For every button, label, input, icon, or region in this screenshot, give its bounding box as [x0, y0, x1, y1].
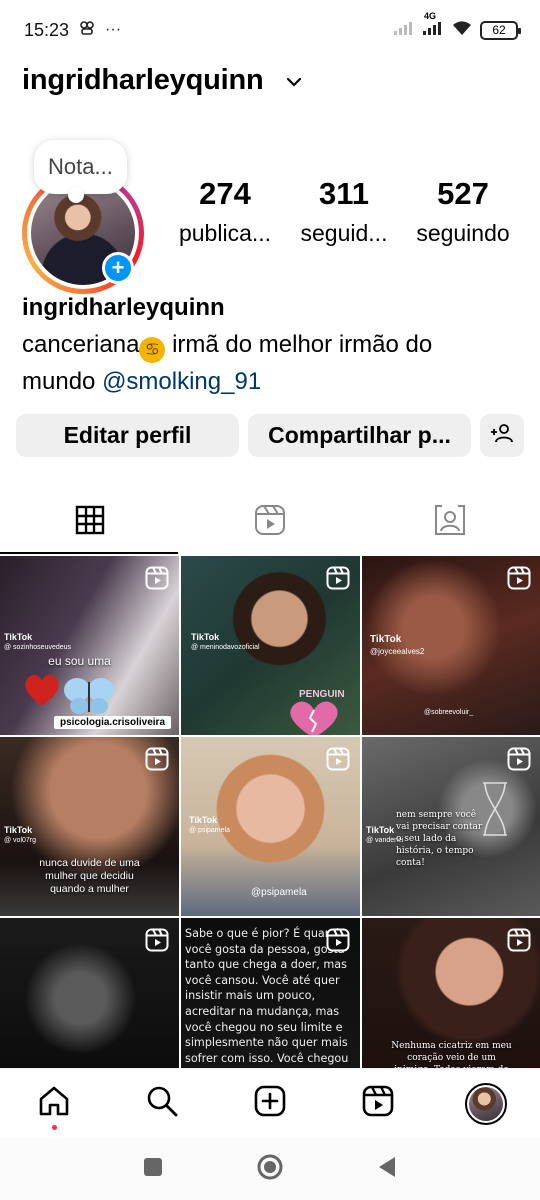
profile-header: ingridharleyquinn	[22, 58, 302, 102]
nav-profile[interactable]	[456, 1074, 516, 1134]
post-thumbnail[interactable]: TikTok @ meninodavozoficial PENGUIN	[181, 556, 360, 735]
grid-icon	[75, 505, 105, 540]
post-thumbnail[interactable]: TikTok @joyceealves2 @sobreevoluir_	[362, 556, 540, 735]
nav-home[interactable]	[24, 1074, 84, 1134]
post-thumbnail[interactable]: TikTok @ vol07rg nunca duvide de uma mul…	[0, 737, 179, 916]
butterfly-icon	[62, 674, 116, 721]
signal-4g-icon: 4G	[422, 11, 444, 41]
system-nav-bar	[0, 1138, 540, 1200]
bottom-nav	[0, 1068, 540, 1138]
search-icon	[145, 1084, 179, 1123]
post-thumbnail[interactable]: TikTok @ psipamela @psipamela	[181, 737, 360, 916]
reels-icon	[254, 504, 286, 541]
post-footer-tag: psicologia.crisoliveira	[54, 716, 171, 729]
following-count: 527	[437, 176, 489, 211]
create-icon	[253, 1084, 287, 1123]
reel-badge-icon	[145, 566, 169, 590]
posts-count: 274	[199, 176, 251, 211]
posts-grid: TikTok @ sozinhoseuvedeus eu sou uma psi…	[0, 556, 540, 1097]
bio-text-part: canceriana	[22, 331, 140, 358]
hourglass-icon	[480, 781, 510, 842]
reel-badge-icon	[507, 928, 531, 952]
more-notifications-icon: ···	[105, 21, 122, 38]
tiktok-watermark: TikTok	[4, 825, 33, 835]
home-icon	[37, 1084, 71, 1123]
wifi-icon	[451, 19, 473, 42]
nav-reels[interactable]	[348, 1074, 408, 1134]
profile-avatar	[465, 1082, 507, 1125]
profile-name: ingridharleyquinn	[22, 294, 225, 321]
status-bar: 15:23 ··· 4G 62	[0, 0, 540, 60]
post-thumbnail[interactable]: TikTok @ sozinhoseuvedeus eu sou uma psi…	[0, 556, 179, 735]
reels-icon	[361, 1084, 395, 1123]
tab-posts-grid[interactable]	[0, 492, 180, 554]
tiktok-handle: @ psipamela	[189, 827, 230, 834]
reel-badge-icon	[145, 747, 169, 771]
post-footer-tag: @psipamela	[251, 887, 307, 898]
profile-bio: canceriana ♋ irmã do melhor irmão do mund…	[22, 326, 512, 400]
cancer-zodiac-icon: ♋	[139, 337, 166, 363]
followers-count: 311	[318, 176, 369, 211]
tiktok-handle: @joyceealves2	[370, 647, 425, 656]
tiktok-watermark: TikTok	[191, 632, 220, 642]
reel-badge-icon	[326, 928, 350, 952]
post-caption: eu sou uma	[48, 654, 111, 668]
add-story-button[interactable]: +	[102, 252, 134, 284]
post-caption: nem sempre você vai precisar contar o se…	[396, 810, 483, 868]
tiktok-handle: @ meninodavozoficial	[191, 644, 260, 651]
tiktok-watermark: TikTok	[189, 815, 218, 825]
edit-profile-button[interactable]: Editar perfil	[16, 414, 239, 457]
signal-weak-icon	[393, 20, 415, 41]
recent-apps-icon[interactable]	[142, 1156, 164, 1183]
chevron-down-icon[interactable]	[286, 74, 302, 92]
followers-label: seguid...	[300, 220, 388, 246]
note-bubble[interactable]: Nota...	[34, 140, 127, 203]
notification-dot	[51, 1124, 57, 1130]
network-type: 4G	[424, 10, 437, 21]
tiktok-handle: @ vol07rg	[4, 837, 37, 844]
bio-text-part: irmã do melhor irmão do	[165, 331, 433, 358]
reel-badge-icon	[326, 566, 350, 590]
reel-badge-icon	[326, 747, 350, 771]
tab-reels[interactable]	[180, 492, 360, 552]
battery-icon: 62	[480, 20, 521, 40]
post-caption: nunca duvide de uma mulher que decidiu q…	[39, 857, 140, 895]
reel-badge-icon	[507, 747, 531, 771]
profile-stats: 274 publica... 311 seguid... 527 seguind…	[166, 176, 522, 247]
profile-tabs	[0, 492, 540, 554]
tiktok-watermark: TikTok	[4, 632, 33, 642]
discover-people-button[interactable]	[480, 414, 524, 457]
stat-following[interactable]: 527 seguindo	[404, 176, 522, 247]
post-footer-tag: @sobreevoluir_	[424, 709, 474, 716]
tab-tagged[interactable]	[360, 492, 540, 552]
add-user-icon	[490, 422, 514, 449]
posts-label: publica...	[178, 220, 272, 246]
tiktok-handle: @ sozinhoseuvedeus	[4, 644, 72, 651]
notification-app-icon	[79, 20, 95, 41]
status-time: 15:23	[24, 19, 70, 40]
tiktok-watermark: TikTok	[370, 634, 402, 645]
account-switcher-username[interactable]: ingridharleyquinn	[22, 64, 264, 97]
nav-create[interactable]	[240, 1074, 300, 1134]
share-profile-button[interactable]: Compartilhar p...	[248, 414, 471, 457]
back-icon[interactable]	[376, 1155, 398, 1184]
nav-search[interactable]	[132, 1074, 192, 1134]
tagged-icon	[434, 504, 466, 541]
following-label: seguindo	[416, 220, 510, 246]
stat-posts[interactable]: 274 publica...	[166, 176, 284, 247]
broken-heart-icon	[281, 698, 347, 735]
post-thumbnail[interactable]: TikTok @ vanderlei nem sempre você vai p…	[362, 737, 540, 916]
reel-badge-icon	[507, 566, 531, 590]
profile-actions: Editar perfil Compartilhar p...	[16, 414, 524, 457]
stat-followers[interactable]: 311 seguid...	[285, 176, 403, 247]
home-circle-icon[interactable]	[256, 1153, 284, 1186]
bio-text-part: mundo	[22, 368, 103, 395]
heart-icon	[22, 672, 62, 713]
reel-badge-icon	[145, 928, 169, 952]
battery-level: 62	[492, 23, 506, 37]
bio-mention-link[interactable]: @smolking_91	[102, 368, 261, 395]
